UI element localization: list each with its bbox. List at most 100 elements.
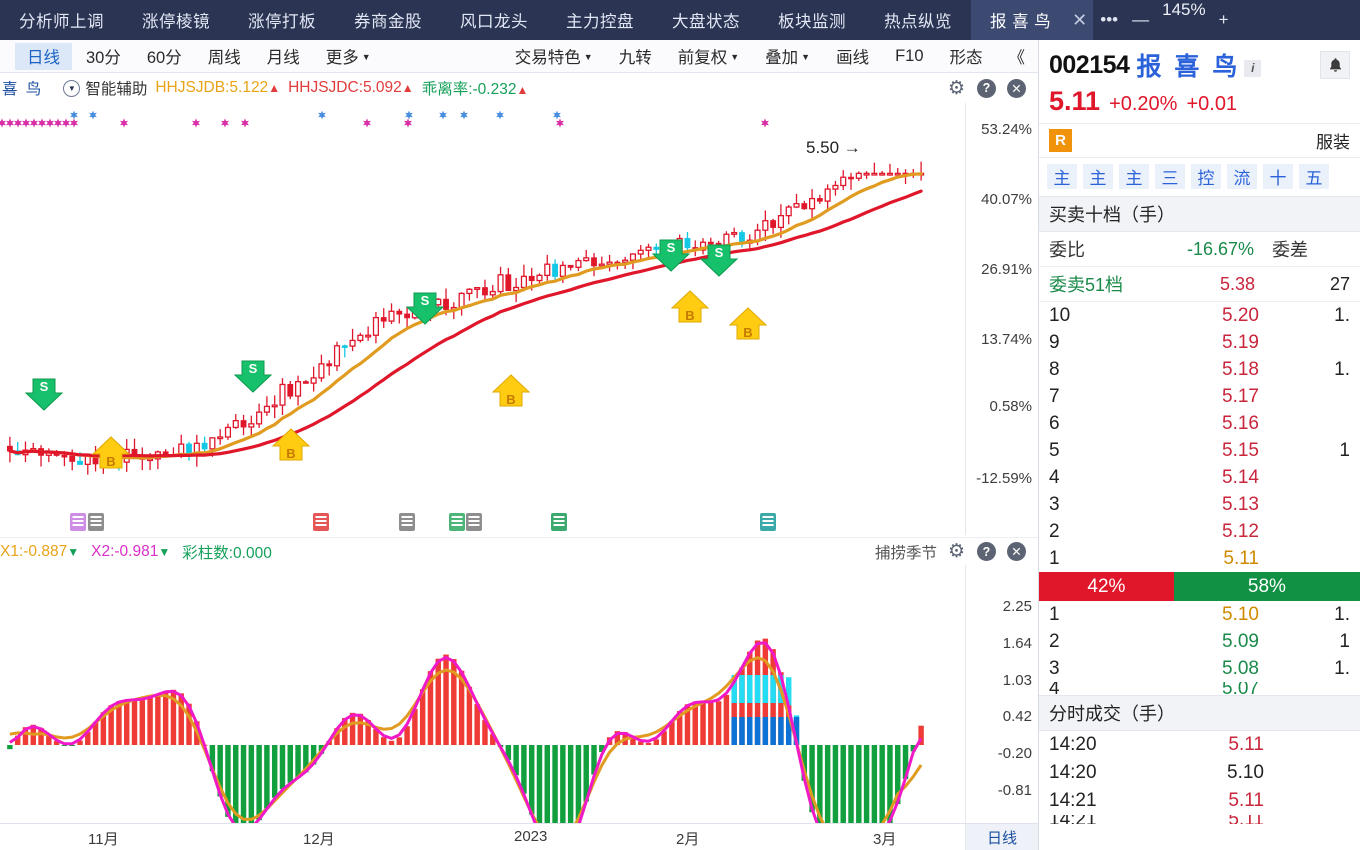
nav-tab-market-state[interactable]: 大盘状态: [653, 0, 759, 40]
chip-kong[interactable]: 控: [1191, 164, 1221, 189]
chevron-down-icon[interactable]: ▼: [63, 79, 81, 97]
period-label: 更多: [325, 49, 359, 67]
minimize-icon[interactable]: —: [1125, 0, 1156, 40]
draw-line-button[interactable]: 画线: [824, 43, 881, 70]
buy-level-row[interactable]: 1 5.10 1.: [1039, 601, 1360, 628]
tick-row[interactable]: 14:215.11: [1039, 815, 1360, 824]
chip-san[interactable]: 三: [1155, 164, 1185, 189]
sub-value-colorbars: 彩柱数:0.000: [182, 544, 272, 562]
nav-tab-hotspot-overview[interactable]: 热点纵览: [865, 0, 971, 40]
nav-tab-broker-goldstock[interactable]: 券商金股: [335, 0, 441, 40]
close-icon[interactable]: ✕: [1007, 542, 1026, 561]
svg-text:5.50 →: 5.50 →: [806, 138, 861, 157]
overlay-button[interactable]: 叠加 ▼: [753, 43, 822, 70]
chip-liu[interactable]: 流: [1227, 164, 1257, 189]
help-icon[interactable]: ?: [977, 78, 996, 98]
chip-shi[interactable]: 十: [1263, 164, 1293, 189]
chip-wu[interactable]: 五: [1299, 164, 1329, 189]
order-book-title: 买卖十档（手）: [1039, 196, 1360, 232]
nav-tab-label: 报 喜 鸟: [990, 13, 1052, 31]
nav-tab-limitup-prism[interactable]: 涨停棱镜: [123, 0, 229, 40]
level-qty: 1.: [1334, 304, 1350, 326]
tool-label: 形态: [949, 49, 983, 67]
sell-level-row[interactable]: 10 5.20 1.: [1039, 302, 1360, 329]
nav-tab-main-control[interactable]: 主力控盘: [547, 0, 653, 40]
level-index: 2: [1049, 630, 1060, 652]
price-axis-tick: 26.91%: [981, 261, 1032, 278]
weimai-qty: 27: [1329, 273, 1350, 294]
period-button-weekly[interactable]: 周线: [196, 43, 253, 70]
buy-level-row[interactable]: 2 5.09 1: [1039, 628, 1360, 655]
chip-zhu-1[interactable]: 主: [1047, 164, 1077, 189]
level-price: 5.16: [1222, 412, 1259, 434]
sub-axis-tick: 0.42: [1002, 708, 1032, 725]
svg-text:S: S: [421, 293, 430, 308]
chip-zhu-2[interactable]: 主: [1083, 164, 1113, 189]
nav-tab-sector-monitor[interactable]: 板块监测: [759, 0, 865, 40]
weimai-summary-row: 委卖51档 5.38 27: [1039, 267, 1360, 302]
sell-level-row[interactable]: 1 5.11: [1039, 545, 1360, 572]
tick-row[interactable]: 14:20 5.10: [1039, 759, 1360, 787]
buy-levels-list: 1 5.10 1. 2 5.09 1 3 5.08 1. 4 5.07: [1039, 601, 1360, 696]
svg-text:B: B: [106, 454, 115, 469]
f10-button[interactable]: F10: [883, 43, 935, 70]
sell-level-row[interactable]: 2 5.12: [1039, 518, 1360, 545]
level-qty: 1.: [1334, 657, 1350, 679]
sell-level-row[interactable]: 4 5.14: [1039, 464, 1360, 491]
sub-axis: 2.25 1.64 1.03 0.42 -0.20 -0.81: [965, 565, 1038, 823]
alert-bell-icon[interactable]: [1320, 51, 1350, 79]
sell-level-row[interactable]: 8 5.18 1.: [1039, 356, 1360, 383]
tick-row[interactable]: 14:215.11: [1039, 787, 1360, 815]
indicator-header: 喜 鸟 ▼ 智能辅助 HHJSJDB:5.122▲ HHJSJDC:5.092▲…: [0, 73, 1038, 103]
indicator-value-hhjsjdb: HHJSJDB:5.122▲: [155, 79, 281, 96]
level-price: 5.07: [1222, 682, 1259, 695]
close-tab-icon[interactable]: ✕: [1070, 0, 1094, 40]
nav-tab-active-stock[interactable]: 报 喜 鸟: [971, 0, 1071, 40]
help-icon[interactable]: ?: [977, 542, 996, 561]
level-index: 2: [1049, 520, 1060, 542]
level-price: 5.08: [1222, 657, 1259, 679]
sell-level-row[interactable]: 9 5.19: [1039, 329, 1360, 356]
nav-tab-analyst-upgrade[interactable]: 分析师上调: [0, 0, 123, 40]
buy-level-row[interactable]: 4 5.07: [1039, 682, 1360, 695]
sub-axis-tick: 1.64: [1002, 635, 1032, 652]
zoom-level-label[interactable]: 145%: [1156, 0, 1211, 40]
period-button-60min[interactable]: 60分: [135, 43, 194, 70]
period-button-daily[interactable]: 日线: [15, 42, 72, 70]
nav-tab-limitup-board[interactable]: 涨停打板: [229, 0, 335, 40]
level-index: 1: [1049, 547, 1060, 569]
weimai-label: 委卖51档: [1049, 275, 1124, 295]
star-markers: [0, 118, 769, 128]
period-label: 60分: [146, 49, 182, 67]
level-index: 5: [1049, 439, 1060, 461]
gear-icon[interactable]: ⚙: [947, 541, 966, 562]
gear-icon[interactable]: ⚙: [947, 78, 966, 99]
sell-level-row[interactable]: 3 5.13: [1039, 491, 1360, 518]
chip-zhu-3[interactable]: 主: [1119, 164, 1149, 189]
period-button-more[interactable]: 更多 ▼: [314, 43, 383, 70]
trade-feature-button[interactable]: 交易特色 ▼: [503, 43, 605, 70]
sell-level-row[interactable]: 7 5.17: [1039, 383, 1360, 410]
buy-level-row[interactable]: 3 5.08 1.: [1039, 655, 1360, 682]
period-button-30min[interactable]: 30分: [74, 43, 133, 70]
tick-row[interactable]: 14:20 5.11: [1039, 731, 1360, 759]
svg-text:S: S: [667, 240, 676, 255]
more-options-icon[interactable]: •••: [1093, 0, 1125, 40]
nine-turn-button[interactable]: 九转: [607, 43, 664, 70]
sector-label[interactable]: 服装: [1316, 128, 1350, 153]
info-icon[interactable]: i: [1244, 59, 1262, 77]
pattern-button[interactable]: 形态: [938, 43, 995, 70]
close-icon[interactable]: ✕: [1007, 78, 1026, 98]
period-button-monthly[interactable]: 月线: [255, 43, 312, 70]
sell-level-row[interactable]: 5 5.15 1: [1039, 437, 1360, 464]
price-chart[interactable]: S B S B S B S B S B 5.50 →: [0, 103, 965, 535]
collapse-panel-icon[interactable]: 《: [997, 43, 1038, 70]
nav-tab-wind-leader[interactable]: 风口龙头: [441, 0, 547, 40]
sell-level-row[interactable]: 6 5.16: [1039, 410, 1360, 437]
level-price: 5.13: [1222, 493, 1259, 515]
tool-label: 画线: [836, 49, 870, 67]
level-qty: 1.: [1334, 603, 1350, 625]
sub-indicator-chart[interactable]: [0, 565, 965, 823]
adjust-price-button[interactable]: 前复权 ▼: [666, 43, 751, 70]
zoom-in-icon[interactable]: +: [1212, 0, 1236, 40]
